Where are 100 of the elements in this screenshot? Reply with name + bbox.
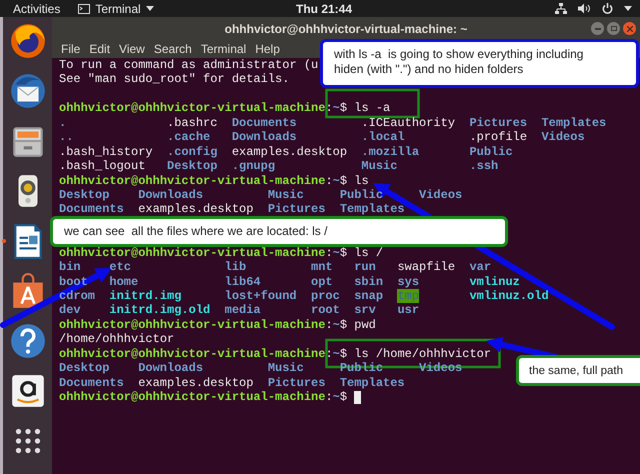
terminal-line: /home/ohhhvictor (59, 332, 174, 347)
file-name: initrd.img.old (109, 303, 210, 318)
menu-item[interactable]: View (119, 40, 145, 58)
file-name: Desktop (167, 159, 218, 174)
file-name: bin (59, 260, 81, 274)
file-name: Documents (59, 376, 124, 390)
network-icon[interactable] (555, 3, 567, 14)
help-icon[interactable] (8, 322, 46, 360)
menu-item[interactable]: Help (255, 40, 280, 58)
menu-item[interactable]: Search (154, 40, 192, 58)
file-name: examples.desktop (138, 202, 254, 216)
file-name: Templates (340, 202, 405, 216)
file-name: vmlinuz.old (469, 289, 549, 304)
close-icon (626, 26, 632, 32)
file-name: usr (397, 303, 420, 318)
file-name: tmp (397, 289, 420, 304)
file-name: swapfile (397, 260, 456, 274)
file-name: cdrom (59, 289, 96, 304)
file-name: Public (340, 188, 384, 202)
file-name: vmlinuz (469, 274, 520, 289)
caret-icon[interactable] (624, 6, 632, 11)
firefox-icon[interactable] (8, 22, 46, 60)
file-name: Templates (541, 116, 606, 130)
minimize-icon (594, 28, 600, 30)
file-name: lib (224, 260, 246, 274)
file-name: run (354, 260, 376, 274)
file-name: sys (397, 274, 420, 289)
minimize-button[interactable] (591, 22, 604, 35)
file-name: .mozilla (361, 144, 420, 159)
volume-icon[interactable] (578, 3, 591, 14)
file-name: Desktop (59, 188, 110, 202)
caret-icon[interactable] (146, 6, 154, 11)
file-name: initrd.img (109, 289, 182, 304)
terminal-line: See "man sudo_root" for details. (59, 72, 290, 87)
file-name: .config (167, 144, 218, 159)
maximize-button[interactable] (607, 22, 620, 35)
prompt-user: ohhhvictor@ohhhvictor-virtual-machine (59, 390, 326, 405)
file-name: Videos (541, 130, 585, 144)
prompt-user: ohhhvictor@ohhhvictor-virtual-machine (59, 101, 326, 116)
terminal-icon (78, 4, 90, 14)
prompt-user: ohhhvictor@ohhhvictor-virtual-machine (59, 346, 326, 362)
file-name: Downloads (138, 188, 204, 202)
file-name: Desktop (59, 361, 110, 376)
app-menu[interactable]: Terminal (95, 0, 141, 18)
file-name: .ICEauthority (361, 116, 456, 130)
file-name: Documents (232, 116, 297, 130)
file-name: Videos (419, 188, 462, 202)
prompt-command: :~$ pwd (325, 318, 376, 332)
menu-item[interactable]: Edit (89, 40, 110, 58)
window-title: ohhhvictor@ohhhvictor-virtual-machine: ~ (224, 20, 468, 38)
file-name: mnt (311, 260, 333, 274)
file-name: lib64 (224, 274, 261, 289)
terminal-line: To run a command as administrator (u (59, 58, 318, 72)
file-name: .bash_history (59, 144, 153, 159)
close-button[interactable] (623, 22, 636, 35)
file-name: dev (59, 303, 81, 318)
menu-item[interactable]: File (61, 40, 80, 58)
file-name: Music (268, 188, 304, 202)
activities-button[interactable]: Activities (13, 0, 60, 18)
file-name: Downloads (232, 130, 297, 144)
prompt-command: :~$ ls /home/ohhhvictor (325, 346, 492, 362)
file-name: sbin (354, 274, 384, 289)
file-name: .profile (469, 130, 528, 144)
file-name: root (311, 303, 340, 318)
file-name: Public (469, 144, 513, 159)
file-name: examples.desktop (138, 376, 254, 390)
file-name: proc (311, 289, 340, 304)
file-name: opt (311, 274, 333, 289)
file-name: .local (361, 130, 405, 144)
file-name: etc (109, 260, 132, 274)
file-name: Documents (59, 202, 124, 216)
file-name: .cache (167, 130, 210, 144)
prompt-command: :~$ (325, 390, 348, 405)
file-name: Music (268, 361, 304, 376)
file-name: Downloads (138, 361, 204, 376)
prompt-command: :~$ ls -a (325, 101, 390, 116)
file-name: Templates (340, 376, 405, 390)
file-name: examples.desktop (232, 144, 348, 159)
prompt-user: ohhhvictor@ohhhvictor-virtual-machine (59, 174, 326, 188)
file-name: .gnupg (232, 159, 276, 174)
file-name: .. (59, 130, 74, 144)
file-name: . (59, 116, 66, 130)
envelope-bird-icon[interactable] (8, 72, 46, 110)
file-name: Pictures (268, 202, 326, 216)
file-name: Music (361, 159, 398, 174)
file-name: .bashrc (167, 116, 218, 130)
prompt-user: ohhhvictor@ohhhvictor-virtual-machine (59, 246, 326, 260)
file-name: srv (354, 303, 376, 318)
file-name: Pictures (469, 116, 528, 130)
prompt-command: :~$ ls (325, 174, 369, 188)
clock[interactable]: Thu 21:44 (296, 0, 352, 18)
annotation-callout: the same, full path (516, 355, 640, 386)
file-name: snap (354, 289, 384, 304)
menu-item[interactable]: Terminal (200, 40, 246, 58)
file-name: media (224, 303, 261, 318)
annotation-callout: with ls -a is going to show everything including hiden (with ".") and no hiden folders (320, 39, 639, 88)
prompt-user: ohhhvictor@ohhhvictor-virtual-machine (59, 318, 326, 332)
file-name: .bash_logout (59, 159, 146, 174)
prompt-command: :~$ ls / (325, 246, 384, 260)
power-icon[interactable] (602, 3, 613, 14)
